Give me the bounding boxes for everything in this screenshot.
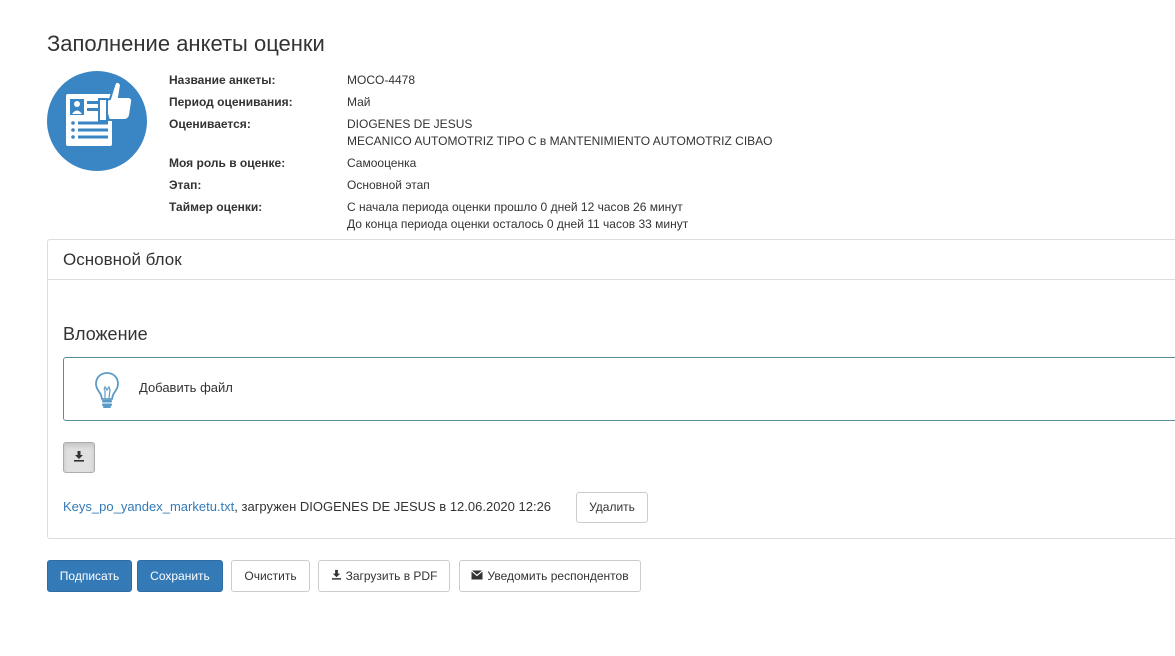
info-value: Самооценка [347, 156, 417, 170]
info-row-evaluated: Оценивается: DIOGENES DE JESUS MECANICO … [169, 116, 773, 150]
info-row-stage: Этап: Основной этап [169, 177, 773, 194]
download-icon [331, 561, 342, 591]
info-value: До конца периода оценки осталось 0 дней … [347, 217, 689, 231]
info-value: MECANICO AUTOMOTRIZ TIPO C в MANTENIMIEN… [347, 134, 773, 148]
info-label: Название анкеты: [169, 73, 276, 87]
info-value: Май [347, 95, 371, 109]
page-title: Заполнение анкеты оценки [47, 31, 325, 56]
info-label: Оценивается: [169, 117, 251, 131]
save-button[interactable]: Сохранить [137, 560, 223, 592]
info-label: Период оценивания: [169, 95, 293, 109]
file-dropzone[interactable]: Добавить файл [63, 357, 1175, 421]
notify-respondents-button[interactable]: Уведомить респондентов [459, 560, 641, 592]
info-row-timer: Таймер оценки: С начала периода оценки п… [169, 199, 773, 233]
download-pdf-button[interactable]: Загрузить в PDF [318, 560, 450, 592]
download-pdf-label: Загрузить в PDF [345, 569, 438, 583]
panel-heading: Основной блок [48, 240, 1175, 280]
info-value: Основной этап [347, 178, 430, 192]
delete-file-button[interactable]: Удалить [576, 492, 648, 523]
questionnaire-logo-icon [47, 71, 147, 171]
questionnaire-info: Название анкеты: MOCO-4478 Период оценив… [169, 72, 773, 238]
info-label: Этап: [169, 178, 202, 192]
uploaded-file-info: , загружен DIOGENES DE JESUS в 12.06.202… [234, 499, 552, 514]
add-file-label[interactable]: Добавить файл [139, 380, 233, 395]
info-row-period: Период оценивания: Май [169, 94, 773, 111]
info-label: Таймер оценки: [169, 200, 263, 214]
info-value: DIOGENES DE JESUS [347, 117, 473, 131]
envelope-icon [471, 561, 484, 591]
download-icon [73, 450, 85, 465]
clear-button[interactable]: Очистить [231, 560, 310, 592]
info-row-name: Название анкеты: MOCO-4478 [169, 72, 773, 89]
info-value: MOCO-4478 [347, 73, 416, 87]
notify-respondents-label: Уведомить респондентов [487, 569, 629, 583]
info-label: Моя роль в оценке: [169, 156, 286, 170]
upload-button[interactable] [63, 442, 95, 473]
uploaded-file-row: Keys_po_yandex_marketu.txt, загружен DIO… [63, 499, 551, 515]
info-value: С начала периода оценки прошло 0 дней 12… [347, 200, 683, 214]
sign-button[interactable]: Подписать [47, 560, 132, 592]
main-block-panel: Основной блок Вложение Добавить файл Key… [47, 239, 1175, 539]
lightbulb-icon [92, 370, 122, 413]
info-row-role: Моя роль в оценке: Самооценка [169, 155, 773, 172]
uploaded-file-link[interactable]: Keys_po_yandex_marketu.txt [63, 499, 234, 514]
attachment-section-title: Вложение [63, 324, 148, 344]
